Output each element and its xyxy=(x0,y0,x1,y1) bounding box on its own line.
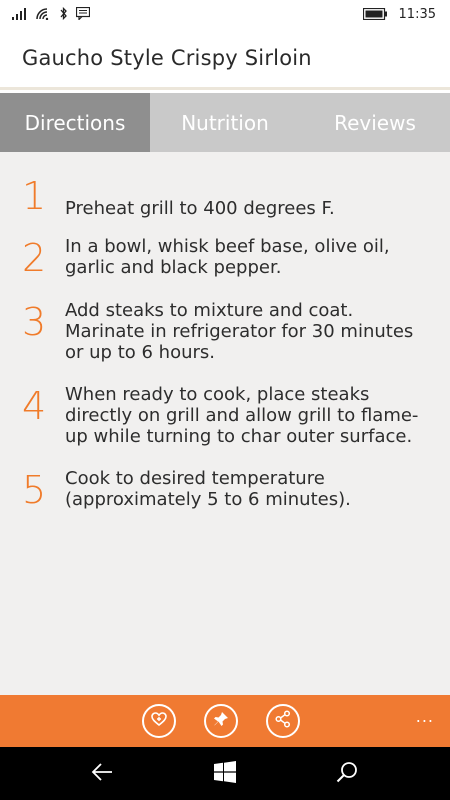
step-number: 3 xyxy=(22,300,47,344)
title-bar: Gaucho Style Crispy Sirloin xyxy=(0,28,450,90)
tab-nutrition[interactable]: Nutrition xyxy=(150,93,300,152)
step-number: 4 xyxy=(22,384,47,428)
pin-button[interactable] xyxy=(204,704,238,738)
search-icon xyxy=(336,761,358,787)
step-number: 5 xyxy=(22,468,47,512)
step-text: Add steaks to mixture and coat. Marinate… xyxy=(65,300,414,363)
step-text: In a bowl, whisk beef base, olive oil, g… xyxy=(65,236,390,278)
step-number: 2 xyxy=(22,236,47,280)
step-text: Cook to desired temperature (approximate… xyxy=(65,468,351,510)
start-button[interactable] xyxy=(212,761,238,787)
more-button[interactable]: ... xyxy=(416,707,434,726)
status-bar: 11:35 xyxy=(0,0,450,28)
share-button[interactable] xyxy=(266,704,300,738)
bluetooth-icon xyxy=(60,5,68,24)
app-bar: ... xyxy=(0,695,450,747)
share-icon xyxy=(274,710,292,732)
favorite-icon xyxy=(150,710,168,732)
search-button[interactable] xyxy=(334,761,360,787)
status-icons-left xyxy=(0,5,91,24)
battery-icon xyxy=(362,5,387,24)
page-title: Gaucho Style Crispy Sirloin xyxy=(22,45,312,70)
step-text: When ready to cook, place steaks directl… xyxy=(65,384,419,447)
favorite-button[interactable] xyxy=(142,704,176,738)
notification-icon xyxy=(75,5,91,24)
step-text: Preheat grill to 400 degrees F. xyxy=(65,198,335,219)
signal-icon xyxy=(12,5,28,24)
pin-icon xyxy=(212,710,230,732)
tab-directions[interactable]: Directions xyxy=(0,93,150,152)
wifi-icon xyxy=(36,5,52,24)
status-time: 11:35 xyxy=(398,6,436,22)
step-number: 1 xyxy=(22,174,47,218)
app-bar-buttons xyxy=(142,704,300,738)
directions-list[interactable]: 1 Preheat grill to 400 degrees F. 2 In a… xyxy=(0,152,450,695)
windows-icon xyxy=(214,761,236,787)
navigation-bar xyxy=(0,747,450,800)
back-button[interactable] xyxy=(89,761,115,787)
tab-bar: Directions Nutrition Reviews xyxy=(0,93,450,152)
status-icons-right: 11:35 xyxy=(362,5,450,24)
back-icon xyxy=(90,762,114,786)
tab-reviews[interactable]: Reviews xyxy=(300,93,450,152)
